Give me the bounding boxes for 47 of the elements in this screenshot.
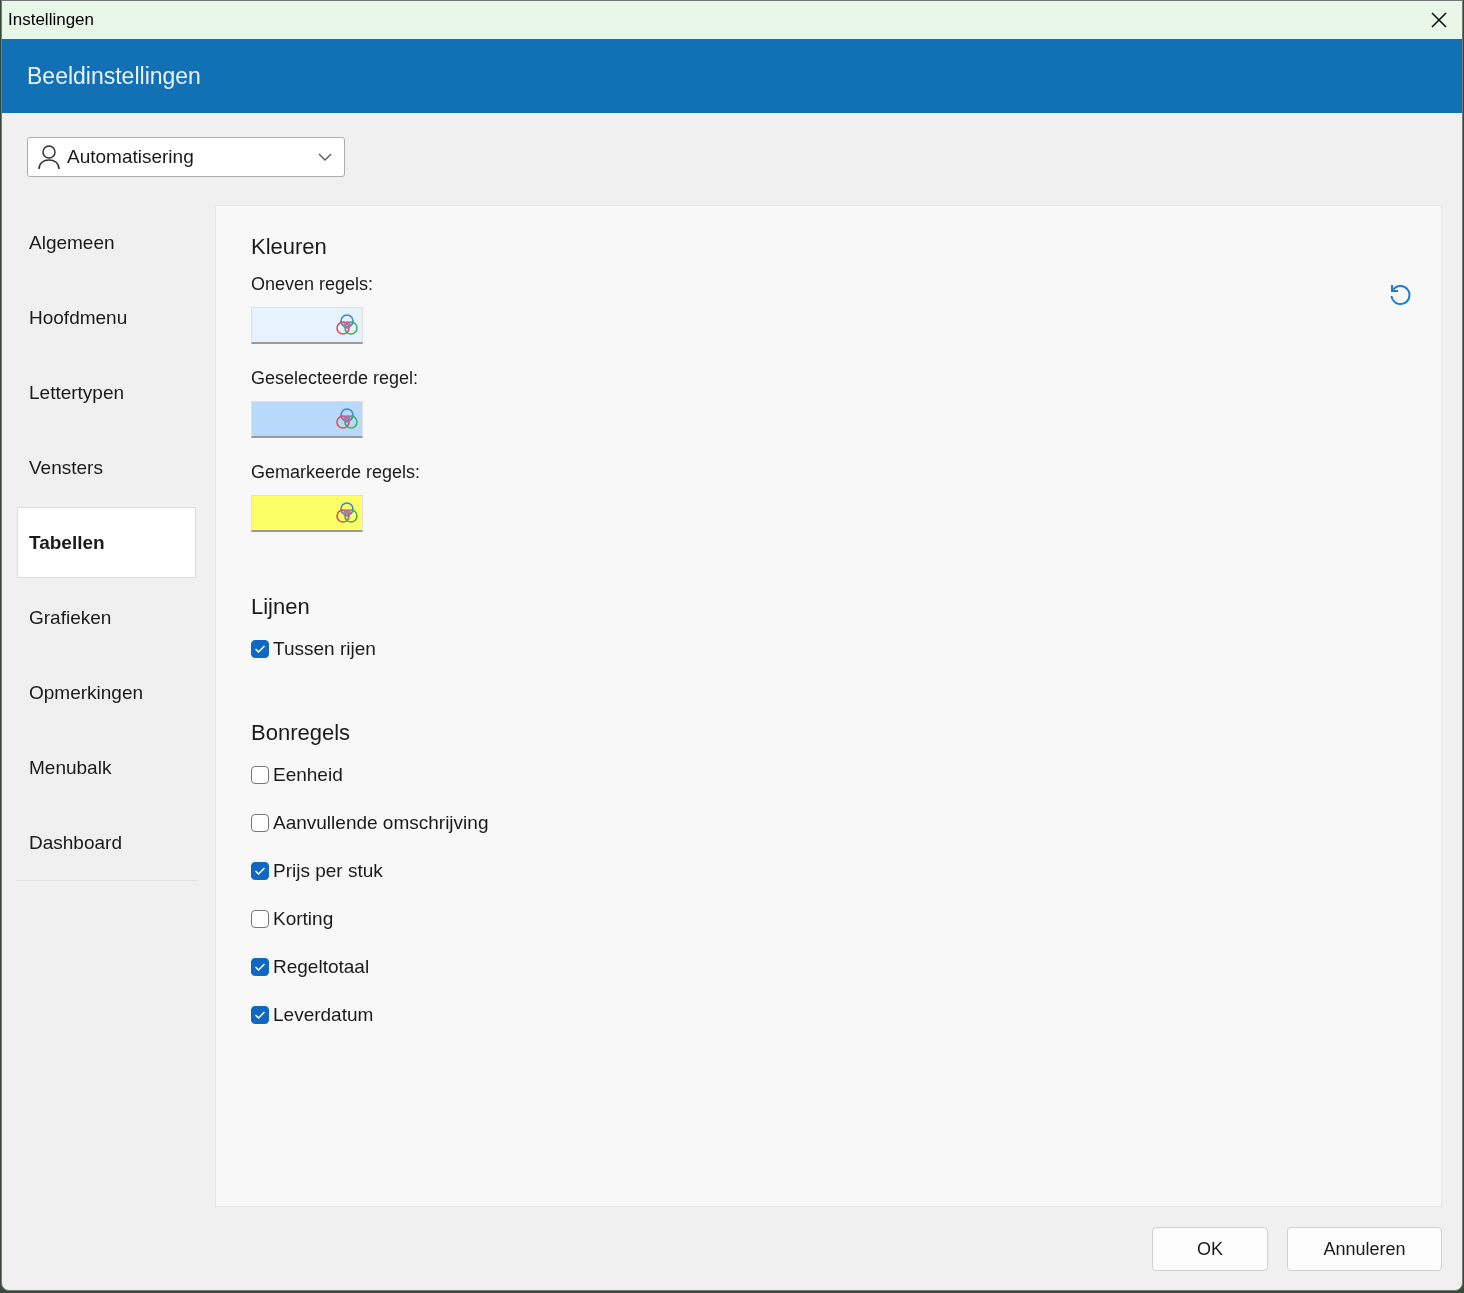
checkbox-label: Prijs per stuk: [273, 860, 383, 882]
color-picker[interactable]: [251, 495, 363, 532]
sidebar-item[interactable]: Dashboard: [16, 805, 198, 880]
sidebar-item[interactable]: Tabellen: [17, 507, 196, 578]
header-title: Beeldinstellingen: [27, 62, 201, 90]
checkbox[interactable]: [251, 1006, 269, 1024]
sidebar-item[interactable]: Opmerkingen: [16, 655, 198, 730]
profile-dropdown[interactable]: Automatisering: [27, 137, 345, 177]
color-wheel-icon: [334, 312, 360, 338]
sidebar-item[interactable]: Menubalk: [16, 730, 198, 805]
checkbox[interactable]: [251, 910, 269, 928]
sidebar-item[interactable]: Hoofdmenu: [16, 280, 198, 355]
sidebar-item[interactable]: Vensters: [16, 430, 198, 505]
checkbox[interactable]: [251, 640, 269, 658]
user-icon: [37, 144, 61, 170]
checkbox-label: Eenheid: [273, 764, 343, 786]
color-picker[interactable]: [251, 401, 363, 438]
sidebar-item[interactable]: Grafieken: [16, 580, 198, 655]
checkbox-label: Regeltotaal: [273, 956, 370, 978]
checkbox[interactable]: [251, 814, 269, 832]
checkbox-label: Tussen rijen: [273, 638, 376, 660]
checkbox-label: Korting: [273, 908, 334, 930]
field-label: Geselecteerde regel:: [251, 368, 419, 389]
checkbox-label: Leverdatum: [273, 1004, 374, 1026]
sidebar-item[interactable]: Algemeen: [16, 205, 198, 280]
field-label: Gemarkeerde regels:: [251, 462, 421, 483]
checkmark-icon: [254, 866, 266, 876]
checkbox[interactable]: [251, 766, 269, 784]
checkbox-label: Aanvullende omschrijving: [273, 812, 489, 834]
checkmark-icon: [254, 962, 266, 972]
checkbox[interactable]: [251, 862, 269, 880]
color-wheel-icon: [334, 500, 360, 526]
window-title: Instellingen: [8, 10, 94, 30]
chevron-down-icon: [318, 153, 332, 161]
section-heading: Lijnen: [251, 594, 310, 620]
ok-button[interactable]: OK: [1152, 1227, 1268, 1271]
color-wheel-icon: [334, 406, 360, 432]
color-picker[interactable]: [251, 307, 363, 344]
checkmark-icon: [254, 1010, 266, 1020]
section-heading: Bonregels: [251, 720, 351, 746]
sidebar-item[interactable]: Lettertypen: [16, 355, 198, 430]
cancel-button[interactable]: Annuleren: [1287, 1227, 1442, 1271]
section-heading: Kleuren: [251, 234, 327, 260]
close-icon: [1430, 11, 1448, 29]
checkbox[interactable]: [251, 958, 269, 976]
checkmark-icon: [254, 644, 266, 654]
field-label: Oneven regels:: [251, 274, 374, 295]
